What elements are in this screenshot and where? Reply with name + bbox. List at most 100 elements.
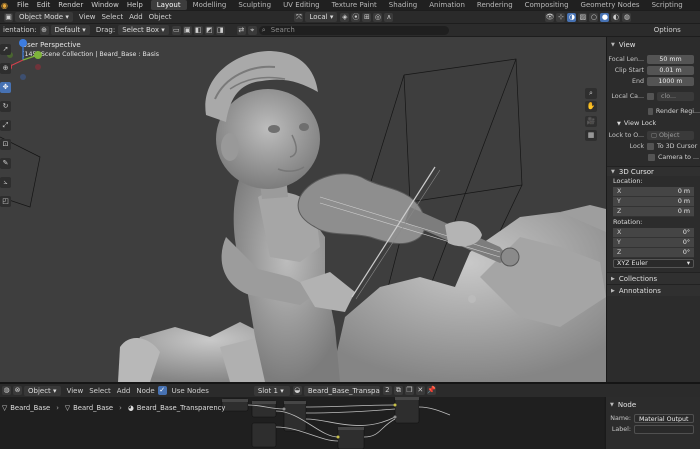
workspace-tab-texture-paint[interactable]: Texture Paint (326, 0, 383, 10)
material-slot-dropdown[interactable]: Slot 1 ▾ (253, 385, 290, 396)
gizmo-toggle-icon[interactable]: ⊹ (556, 12, 566, 22)
location-x-field[interactable]: X 0 m (613, 187, 694, 197)
location-y-field[interactable]: Y 0 m (613, 197, 694, 207)
rotation-y-field[interactable]: Y 0° (613, 238, 694, 248)
view-section-header[interactable]: ▼ View (607, 40, 700, 50)
workspace-tab-animation[interactable]: Animation (423, 0, 471, 10)
workspace-tab-scripting[interactable]: Scripting (646, 0, 689, 10)
proportional-edit-icon[interactable]: ◎ (373, 12, 383, 22)
unlink-material-icon[interactable]: ✕ (415, 386, 425, 395)
measure-tool-icon[interactable]: ⦣ (0, 177, 11, 188)
collections-section-header[interactable]: ▶ Collections (607, 272, 700, 284)
fake-user-icon[interactable]: ⧉ (393, 386, 403, 395)
move-tool-icon[interactable]: ✥ (0, 82, 11, 93)
material-name-field[interactable]: Beard_Base_Transparency (303, 385, 380, 396)
camera-view-icon[interactable]: 🎥 (585, 116, 597, 127)
scale-tool-icon[interactable]: ⤢ (0, 120, 11, 131)
location-z-field[interactable]: Z 0 m (613, 207, 694, 217)
pin-icon[interactable]: 📌 (426, 386, 436, 395)
shader-type-icon[interactable]: ⊗ (13, 386, 22, 395)
menu-edit[interactable]: Edit (33, 1, 55, 9)
select-mode-invert-icon[interactable]: ◩ (204, 25, 214, 35)
local-camera-field[interactable]: clo... (657, 91, 694, 101)
render-region-checkbox[interactable] (648, 107, 653, 115)
cursor-tool-icon[interactable]: ⊕ (0, 63, 11, 74)
workspace-tab-modelling[interactable]: Modelling (187, 0, 233, 10)
editor-type-icon[interactable]: ▣ (4, 12, 13, 22)
node-menu-node[interactable]: Node (133, 387, 157, 395)
transform-orientation-dropdown[interactable]: Local ▾ (305, 12, 338, 22)
shading-solid-icon[interactable]: ● (600, 12, 610, 22)
workspace-tab-compositing[interactable]: Compositing (519, 0, 575, 10)
workspace-tab-geometry-nodes[interactable]: Geometry Nodes (575, 0, 646, 10)
annotations-section-header[interactable]: ▶ Annotations (607, 284, 700, 296)
use-nodes-checkbox[interactable]: ✓ (157, 386, 167, 395)
tweak-tool-icon[interactable]: ➚ (0, 44, 11, 55)
drag-dropdown[interactable]: Select Box ▾ (118, 25, 169, 35)
rotation-x-field[interactable]: X 0° (613, 228, 694, 238)
overlays-icon[interactable]: ◑ (567, 12, 577, 22)
select-mode-new-icon[interactable]: ▭ (171, 25, 181, 35)
node-menu-select[interactable]: Select (86, 387, 114, 395)
clip-start-field[interactable]: 0.01 m (647, 65, 694, 75)
shading-rendered-icon[interactable]: ◍ (622, 12, 632, 22)
node-label-field[interactable] (634, 424, 694, 434)
search-input[interactable]: Search (258, 25, 449, 35)
3d-cursor-section-header[interactable]: ▼ 3D Cursor (607, 166, 700, 176)
zoom-icon[interactable]: ⌕ (585, 88, 597, 99)
shader-type-dropdown[interactable]: Object ▾ (24, 385, 61, 396)
add-cube-tool-icon[interactable]: ◰ (0, 196, 11, 207)
rotation-mode-dropdown[interactable]: XYZ Euler ▾ (613, 259, 694, 268)
new-material-icon[interactable]: ❐ (404, 386, 414, 395)
node-menu-view[interactable]: View (64, 387, 87, 395)
viewport-menu-view[interactable]: View (76, 13, 99, 21)
rotation-z-field[interactable]: Z 0° (613, 248, 694, 258)
annotate-tool-icon[interactable]: ✎ (0, 158, 11, 169)
select-mode-extend-icon[interactable]: ▣ (182, 25, 192, 35)
viewport-menu-add[interactable]: Add (126, 13, 146, 21)
affect-icon[interactable]: ⇄ (236, 25, 246, 35)
blender-logo-icon[interactable]: ◉ (1, 1, 11, 10)
snap-icon[interactable]: ⦿ (351, 12, 361, 22)
menu-help[interactable]: Help (123, 1, 147, 9)
options-dropdown[interactable]: Options (651, 26, 684, 34)
workspace-tab-layout[interactable]: Layout (150, 0, 187, 10)
workspace-tab-rendering[interactable]: Rendering (471, 0, 519, 10)
workspace-tab-shading[interactable]: Shading (383, 0, 423, 10)
workspace-tab-uv-editing[interactable]: UV Editing (277, 0, 326, 10)
3d-viewport[interactable]: User Perspective (145) Scene Collection … (0, 37, 606, 382)
node-section-header[interactable]: ▼ Node (606, 400, 700, 410)
shading-wireframe-icon[interactable]: ○ (589, 12, 599, 22)
viewport-menu-select[interactable]: Select (98, 13, 126, 21)
menu-file[interactable]: File (13, 1, 33, 9)
node-editor-type-icon[interactable]: ◍ (2, 386, 11, 395)
rotate-tool-icon[interactable]: ↻ (0, 101, 11, 112)
pivot-point-icon[interactable]: ◈ (340, 12, 350, 22)
snap-target-icon[interactable]: ⊞ (362, 12, 372, 22)
mode-dropdown[interactable]: Object Mode ▾ (15, 12, 73, 22)
viewport-menu-object[interactable]: Object (146, 13, 175, 21)
proportional-falloff-icon[interactable]: ∧ (384, 12, 394, 22)
local-camera-checkbox[interactable] (647, 92, 654, 100)
visibility-icon[interactable]: 👁 (545, 12, 555, 22)
clip-end-field[interactable]: 1000 m (647, 76, 694, 86)
transform-orientation-icon[interactable]: ⤧ (294, 12, 304, 22)
user-count-badge[interactable]: 2 (382, 386, 392, 395)
select-mode-intersect-icon[interactable]: ◨ (215, 25, 225, 35)
menu-render[interactable]: Render (54, 1, 87, 9)
node-name-field[interactable]: Material Output (634, 413, 694, 423)
select-mode-subtract-icon[interactable]: ◧ (193, 25, 203, 35)
material-browse-icon[interactable]: ◒ (292, 386, 302, 395)
node-menu-add[interactable]: Add (114, 387, 134, 395)
shading-material-icon[interactable]: ◐ (611, 12, 621, 22)
focal-length-field[interactable]: 50 mm (647, 54, 694, 64)
workspace-tab-sculpting[interactable]: Sculpting (232, 0, 277, 10)
camera-to-view-checkbox[interactable] (648, 153, 655, 161)
to-3d-cursor-checkbox[interactable] (647, 142, 654, 150)
view-lock-subheader[interactable]: ▼ View Lock (607, 118, 700, 129)
ortho-grid-icon[interactable]: ▦ (585, 130, 597, 141)
transform-affect-icon[interactable]: ⌖ (247, 25, 257, 35)
xray-icon[interactable]: ▨ (578, 12, 588, 22)
lock-to-object-field[interactable]: ▢ Object (647, 130, 694, 140)
menu-window[interactable]: Window (87, 1, 123, 9)
